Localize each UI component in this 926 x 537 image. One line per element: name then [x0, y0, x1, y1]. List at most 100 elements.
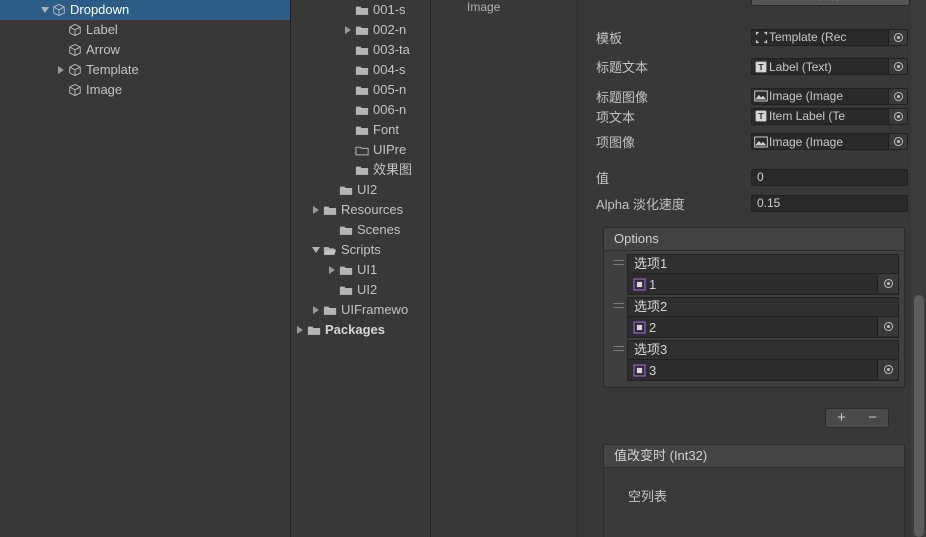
- drag-handle-icon[interactable]: [609, 297, 627, 338]
- project-item-label: 效果图: [373, 162, 413, 177]
- folder-filled-icon: [322, 302, 338, 318]
- options-header: Options: [604, 228, 904, 251]
- foldout-arrow-icon[interactable]: [38, 7, 51, 13]
- add-remove-option-buttons: + −: [825, 408, 889, 428]
- foldout-arrow-icon[interactable]: [54, 66, 67, 74]
- rect-transform-icon: [753, 30, 769, 45]
- folder-filled-icon: [354, 82, 370, 98]
- object-picker-icon[interactable]: [888, 134, 907, 149]
- option-name-input[interactable]: 选项2: [627, 297, 899, 317]
- folder-filled-icon: [354, 42, 370, 58]
- inspector-scrollbar-thumb[interactable]: [914, 295, 924, 537]
- project-item-001-s[interactable]: 001-s: [291, 0, 430, 20]
- cut-off-button[interactable]: 图像: [751, 0, 910, 6]
- object-picker-icon[interactable]: [888, 59, 907, 74]
- divider-project-preview: [430, 0, 431, 537]
- inspector-scrollbar[interactable]: [911, 0, 926, 537]
- option-sprite-value: 3: [649, 362, 657, 378]
- hierarchy-item-arrow[interactable]: Arrow: [0, 40, 290, 60]
- project-item-font[interactable]: Font: [291, 120, 430, 140]
- preview-image-label: Image: [467, 0, 501, 14]
- folder-filled-icon: [354, 102, 370, 118]
- option-name-input[interactable]: 选项3: [627, 340, 899, 360]
- image-icon: [753, 89, 769, 104]
- foldout-arrow-icon[interactable]: [309, 206, 322, 214]
- option-sprite-field[interactable]: 2: [627, 317, 899, 338]
- project-item-label: UIFramewo: [341, 302, 409, 317]
- project-item-label: UI2: [357, 282, 378, 297]
- folder-filled-icon: [354, 22, 370, 38]
- project-item-003-ta[interactable]: 003-ta: [291, 40, 430, 60]
- project-item-ui1[interactable]: UI1: [291, 260, 430, 280]
- drag-handle-icon[interactable]: [609, 340, 627, 381]
- hierarchy-item-image[interactable]: Image: [0, 80, 290, 100]
- object-field-item0[interactable]: T Item Label (Te: [751, 107, 908, 125]
- folder-filled-icon: [354, 122, 370, 138]
- field-label: 模板: [596, 30, 623, 46]
- project-item-scripts[interactable]: Scripts: [291, 240, 430, 260]
- object-picker-icon[interactable]: [888, 88, 907, 104]
- object-field-value: Image (Image: [769, 134, 844, 149]
- sprite-icon: [631, 276, 647, 292]
- field-label: 项文本: [596, 109, 636, 125]
- project-item--[interactable]: 效果图: [291, 160, 430, 180]
- object-field-obj1[interactable]: T Label (Text): [751, 58, 908, 75]
- project-item-scenes[interactable]: Scenes: [291, 220, 430, 240]
- folder-filled-icon: [338, 262, 354, 278]
- project-item-002-n[interactable]: 002-n: [291, 20, 430, 40]
- object-picker-icon[interactable]: [877, 317, 898, 336]
- foldout-arrow-icon[interactable]: [325, 266, 338, 274]
- option-item: 选项2 2: [609, 297, 899, 338]
- option-item: 选项3 3: [609, 340, 899, 381]
- object-picker-icon[interactable]: [877, 360, 898, 379]
- onvaluechanged-event-box: 值改变时 (Int32) 空列表: [603, 444, 905, 537]
- text-icon: T: [753, 109, 769, 124]
- field-label: 标题图像: [596, 89, 649, 105]
- object-picker-icon[interactable]: [888, 29, 907, 45]
- project-item-004-s[interactable]: 004-s: [291, 60, 430, 80]
- hierarchy-item-template[interactable]: Template: [0, 60, 290, 80]
- hierarchy-item-label[interactable]: Label: [0, 20, 290, 40]
- hierarchy-item-label: Label: [86, 22, 118, 37]
- hierarchy-item-label: Image: [86, 82, 123, 97]
- foldout-arrow-icon[interactable]: [309, 306, 322, 314]
- project-item-label: Resources: [341, 202, 404, 217]
- option-sprite-field[interactable]: 3: [627, 360, 899, 381]
- divider-hierarchy-project: [290, 0, 291, 537]
- object-field-value: Item Label (Te: [769, 109, 846, 123]
- hierarchy-item-label: Template: [86, 62, 139, 77]
- foldout-arrow-icon[interactable]: [293, 326, 306, 334]
- foldout-arrow-icon[interactable]: [341, 26, 354, 34]
- folder-filled-icon: [338, 282, 354, 298]
- number-input-1[interactable]: 0.15: [751, 194, 908, 212]
- drag-handle-icon[interactable]: [609, 254, 627, 295]
- number-input-0[interactable]: 0: [751, 168, 908, 186]
- project-item-packages[interactable]: Packages: [291, 320, 430, 340]
- project-item-resources[interactable]: Resources: [291, 200, 430, 220]
- project-item-ui2[interactable]: UI2: [291, 280, 430, 300]
- add-option-button[interactable]: +: [830, 410, 854, 425]
- hierarchy-panel: Dropdown Label Arrow Template Image: [0, 0, 290, 537]
- object-field-obj2[interactable]: Image (Image: [751, 87, 908, 105]
- project-item-ui2[interactable]: UI2: [291, 180, 430, 200]
- object-picker-icon[interactable]: [877, 274, 898, 293]
- object-field-obj0[interactable]: Template (Rec: [751, 28, 908, 46]
- svg-text:T: T: [758, 62, 764, 72]
- object-picker-icon[interactable]: [888, 108, 907, 124]
- project-item-uiframewo[interactable]: UIFramewo: [291, 300, 430, 320]
- option-sprite-value: 1: [649, 276, 657, 292]
- field-row-value1: Alpha 淡化速度 0.15: [578, 193, 926, 213]
- project-item-uipre[interactable]: UIPre: [291, 140, 430, 160]
- project-item-005-n[interactable]: 005-n: [291, 80, 430, 100]
- foldout-arrow-icon[interactable]: [309, 247, 322, 253]
- remove-option-button[interactable]: −: [861, 410, 885, 425]
- object-field-item1[interactable]: Image (Image: [751, 133, 908, 150]
- hierarchy-item-label: Dropdown: [70, 2, 130, 17]
- project-item-006-n[interactable]: 006-n: [291, 100, 430, 120]
- sprite-icon: [631, 319, 647, 335]
- option-name-input[interactable]: 选项1: [627, 254, 899, 274]
- gameobject-cube-icon: [67, 22, 83, 38]
- hierarchy-item-dropdown[interactable]: Dropdown: [0, 0, 290, 20]
- folder-open-icon: [322, 242, 338, 258]
- option-sprite-field[interactable]: 1: [627, 274, 899, 295]
